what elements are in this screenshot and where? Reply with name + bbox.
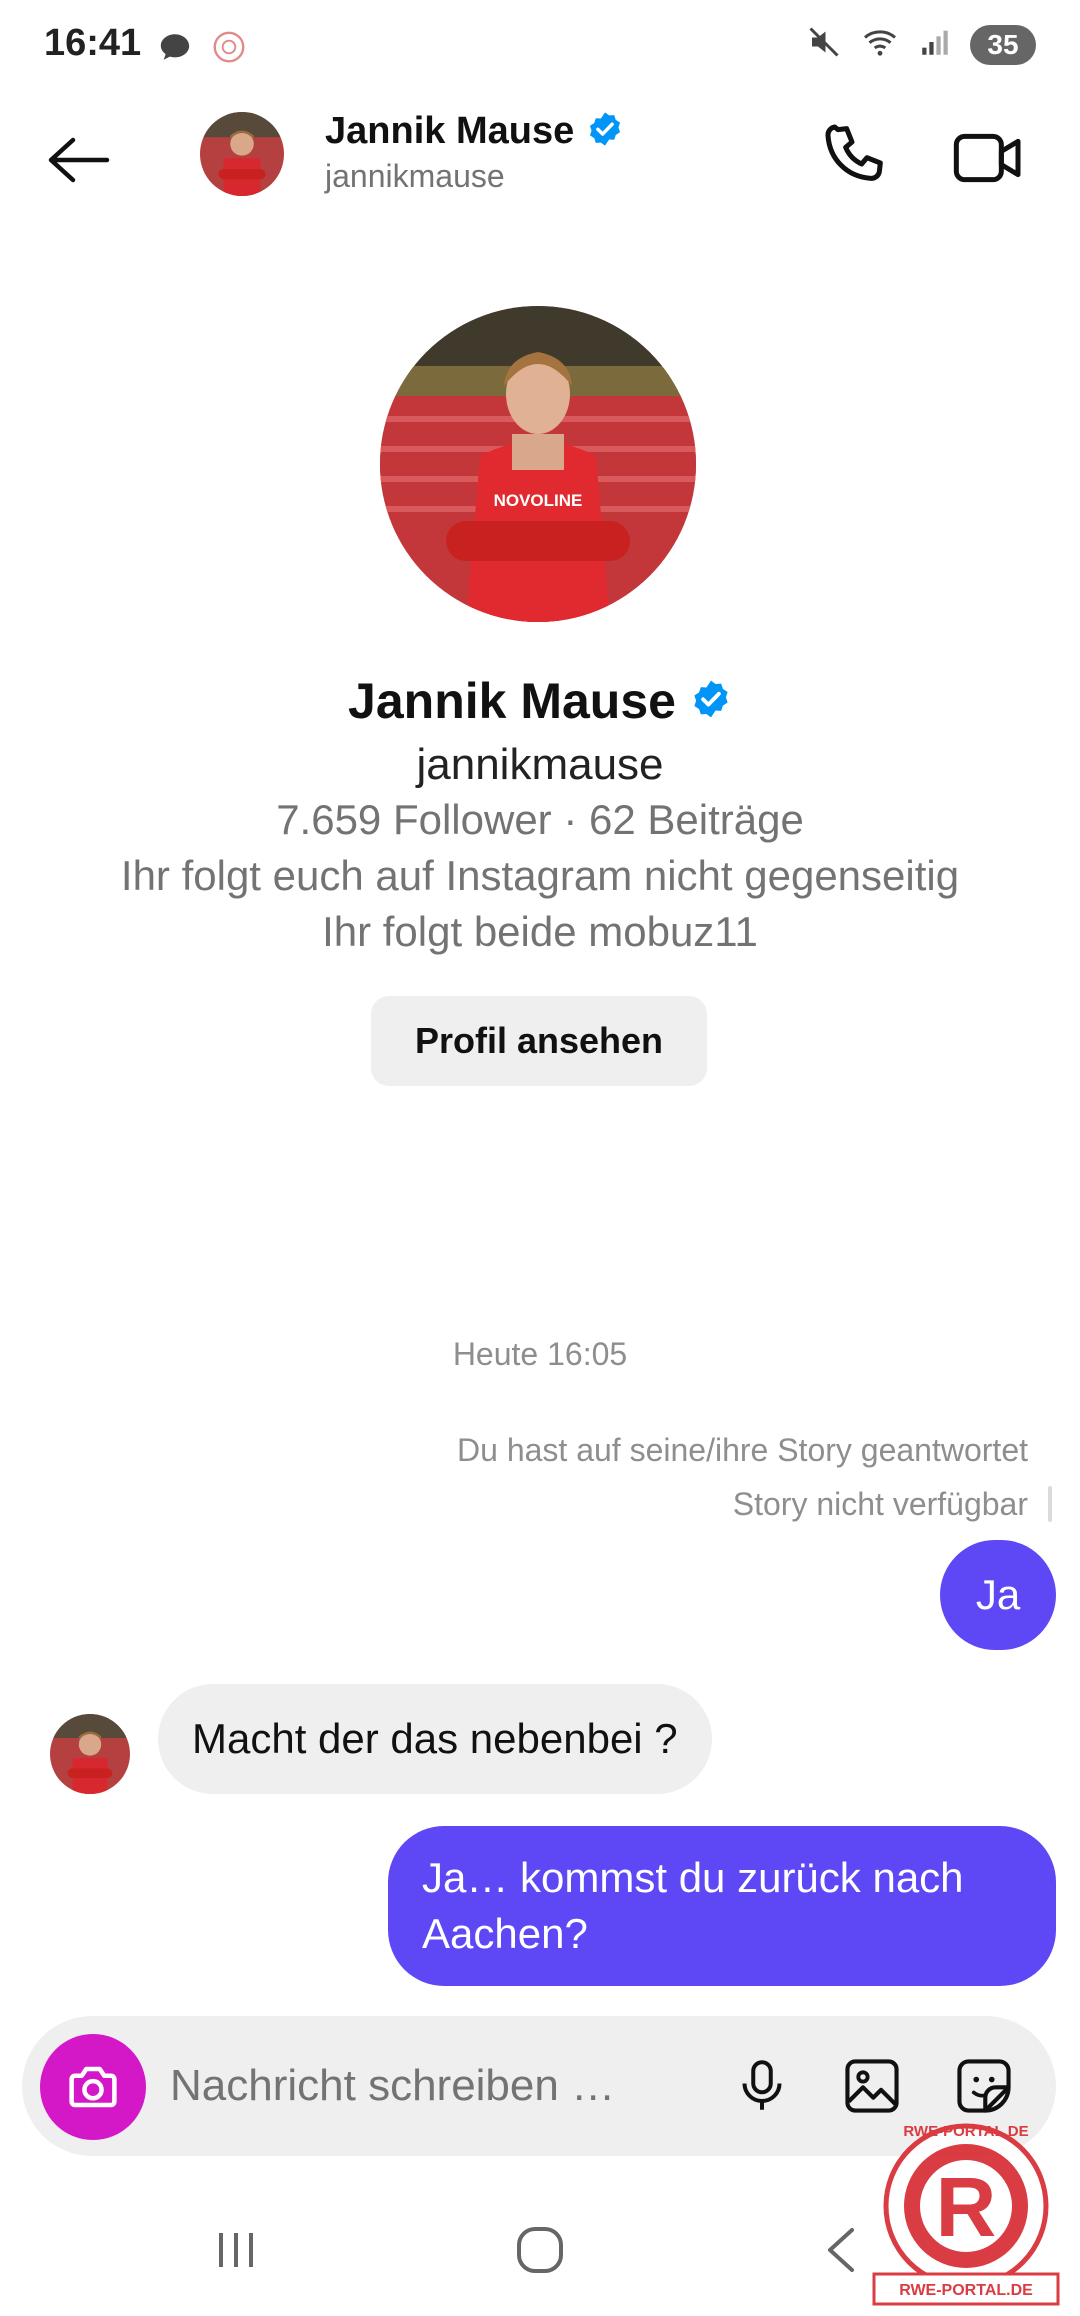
signal-icon	[918, 25, 952, 64]
home-icon	[517, 2227, 563, 2273]
chevron-left-icon	[828, 2228, 854, 2272]
message-bubble-sent[interactable]: Ja	[940, 1540, 1056, 1650]
sender-avatar[interactable]	[50, 1714, 130, 1794]
header-name: Jannik Mause	[325, 110, 575, 152]
back-arrow-icon	[48, 137, 110, 183]
profile-name-row: Jannik Mause	[0, 672, 1080, 730]
chat-timestamp: Heute 16:05	[452, 1336, 628, 1372]
rwe-portal-watermark-logo: R RWE-PORTAL.DE RWE-PORTAL.DE	[866, 2114, 1066, 2314]
jersey-sponsor-text: NOVOLINE	[494, 491, 583, 510]
view-profile-button[interactable]: Profil ansehen	[371, 996, 707, 1086]
status-time: 16:41	[44, 22, 142, 64]
profile-stats: 7.659 Follower · 62 Beiträge	[276, 796, 804, 843]
story-unavailable-label: Story nicht verfügbar	[732, 1486, 1028, 1522]
chat-header: Jannik Mause jannikmause	[0, 96, 1080, 216]
watermark-top-text: RWE-PORTAL.DE	[903, 2123, 1028, 2140]
dm-screen: 16:41 35 Jannik Mause jannikmause NOVOLI…	[0, 0, 1080, 2316]
microphone-icon	[742, 2060, 782, 2110]
video-camera-icon	[953, 133, 1021, 183]
profile-mutual-status: Ihr folgt euch auf Instagram nicht gegen…	[120, 852, 960, 899]
status-left-icons	[158, 28, 248, 71]
back-button[interactable]	[38, 120, 118, 200]
camera-button[interactable]	[40, 2034, 146, 2140]
voice-call-button[interactable]	[816, 118, 896, 198]
camera-icon	[69, 2066, 117, 2108]
watermark-letter: R	[936, 2160, 997, 2254]
gallery-icon	[845, 2059, 899, 2113]
verified-badge-icon	[586, 110, 624, 153]
recents-icon	[219, 2233, 253, 2267]
header-name-row[interactable]: Jannik Mause	[325, 110, 624, 153]
voice-message-button[interactable]	[722, 2046, 802, 2126]
status-right-icons: 35	[806, 24, 1036, 65]
header-avatar[interactable]	[200, 112, 284, 196]
profile-username: jannikmause	[416, 740, 664, 789]
recents-button[interactable]	[196, 2210, 276, 2290]
home-button[interactable]	[500, 2210, 580, 2290]
header-username[interactable]: jannikmause	[325, 158, 505, 195]
mute-icon	[806, 24, 842, 65]
profile-name: Jannik Mause	[348, 673, 676, 729]
battery-icon: 35	[970, 24, 1036, 65]
message-bubble-received[interactable]: Macht der das nebenbei ?	[158, 1684, 712, 1794]
profile-mutual-followers: Ihr folgt beide mobuz11	[322, 908, 758, 955]
message-bubble-sent[interactable]: Ja… kommst du zurück nach Aachen?	[388, 1826, 1056, 1986]
verified-badge-icon	[690, 678, 732, 725]
app-notification-icon	[210, 28, 248, 71]
profile-avatar[interactable]: NOVOLINE	[380, 306, 696, 622]
phone-icon	[825, 124, 883, 181]
wifi-icon	[860, 24, 900, 65]
sticker-icon	[957, 2059, 1011, 2113]
status-bar: 16:41 35	[0, 0, 1080, 96]
story-reply-note: Du hast auf seine/ihre Story geantwortet	[457, 1432, 1028, 1468]
chat-bubble-icon	[158, 30, 192, 69]
watermark-bottom-text: RWE-PORTAL.DE	[899, 2282, 1033, 2299]
message-input[interactable]	[170, 2046, 650, 2126]
story-reply-bar	[1048, 1486, 1052, 1522]
video-call-button[interactable]	[948, 118, 1028, 198]
